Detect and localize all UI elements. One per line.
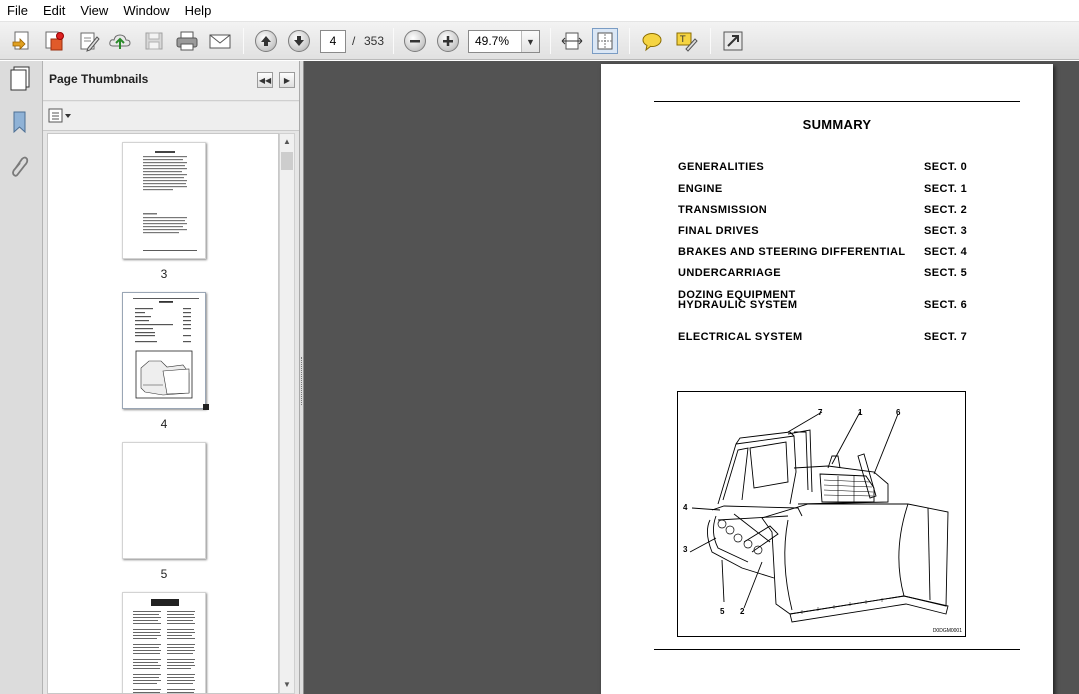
menu-file[interactable]: File xyxy=(0,0,36,22)
menu-view[interactable]: View xyxy=(73,0,116,22)
email-icon[interactable] xyxy=(207,28,233,54)
navigation-rail xyxy=(0,61,43,694)
thumbnail-label: 3 xyxy=(160,267,168,281)
toolbar-separator xyxy=(393,28,394,54)
total-pages: 353 xyxy=(364,34,385,48)
toc-section-number: SECT. 7 xyxy=(924,331,968,343)
previous-page-button[interactable] xyxy=(253,28,279,54)
callout-label: 7 xyxy=(818,408,823,417)
bottom-rule xyxy=(654,649,1020,650)
create-pdf-icon[interactable] xyxy=(9,28,35,54)
save-icon[interactable] xyxy=(141,28,167,54)
page-6-preview xyxy=(133,599,195,693)
page-title: SUMMARY xyxy=(802,117,872,132)
toc-section-name: UNDERCARRIAGE xyxy=(678,267,781,279)
toolbar-separator xyxy=(629,28,630,54)
chevron-down-icon[interactable]: ▼ xyxy=(521,31,539,52)
callout-label: 5 xyxy=(720,607,725,616)
thumbnail-options-bar xyxy=(43,102,299,131)
comment-icon[interactable] xyxy=(639,28,665,54)
document-page: SUMMARY GENERALITIES SECT. 0 ENGINE SECT… xyxy=(601,64,1053,694)
collapse-left-icon[interactable]: ◀◀ xyxy=(257,72,273,88)
toc-section-name: ENGINE xyxy=(678,183,723,195)
arrow-down-icon xyxy=(288,30,310,52)
thumbnail-label: 4 xyxy=(160,417,168,431)
callout-label: 6 xyxy=(896,408,901,417)
page-4-preview xyxy=(133,298,199,399)
fit-width-icon[interactable] xyxy=(559,28,585,54)
callout-label: 2 xyxy=(740,607,745,616)
combine-files-icon[interactable] xyxy=(41,28,67,54)
menu-help[interactable]: Help xyxy=(178,0,220,22)
thumbnails-panel: Page Thumbnails ◀◀ ▶ 3 4 5 ▲ ▼ xyxy=(43,61,300,694)
callout-label: 4 xyxy=(683,503,688,512)
document-viewport[interactable]: SUMMARY GENERALITIES SECT. 0 ENGINE SECT… xyxy=(304,61,1079,694)
highlight-icon[interactable]: T xyxy=(673,28,699,54)
print-icon[interactable] xyxy=(174,28,200,54)
attachments-icon[interactable] xyxy=(7,153,31,179)
scroll-down-icon[interactable]: ▼ xyxy=(280,677,294,693)
next-page-button[interactable] xyxy=(286,28,312,54)
page-number-input[interactable]: 4 xyxy=(320,30,346,53)
toc-section-number: SECT. 0 xyxy=(924,161,968,173)
bulldozer-drawing xyxy=(689,411,949,623)
bookmarks-icon[interactable] xyxy=(7,109,31,135)
scroll-up-icon[interactable]: ▲ xyxy=(280,134,294,150)
zoom-select[interactable]: 49.7% ▼ xyxy=(468,30,540,53)
scrollbar-thumb[interactable] xyxy=(281,152,293,170)
callout-label: 1 xyxy=(858,408,863,417)
panel-title: Page Thumbnails xyxy=(49,72,149,86)
arrow-up-icon xyxy=(255,30,277,52)
plus-icon xyxy=(437,30,459,52)
toolbar: 4 / 353 49.7% ▼ T xyxy=(0,22,1079,60)
toc-section-name: BRAKES AND STEERING DIFFERENTIAL xyxy=(678,246,906,258)
toc-row: DOZING EQUIPMENT HYDRAULIC SYSTEM SECT. … xyxy=(678,289,968,313)
toc-section-name: GENERALITIES xyxy=(678,161,765,173)
edit-document-icon[interactable] xyxy=(76,28,102,54)
bulldozer-figure: 7 1 6 4 3 5 2 D0DGM0001 xyxy=(677,391,966,637)
toc-section-number: SECT. 1 xyxy=(924,183,968,195)
menu-window[interactable]: Window xyxy=(116,0,177,22)
fit-page-icon[interactable] xyxy=(592,28,618,54)
page-separator: / xyxy=(352,34,356,48)
page-thumbnails-icon[interactable] xyxy=(8,65,32,91)
cloud-upload-icon[interactable] xyxy=(107,28,133,54)
toolbar-separator xyxy=(550,28,551,54)
zoom-in-button[interactable] xyxy=(435,28,461,54)
thumbnail-label: 5 xyxy=(160,567,168,581)
thumbnail-page-3[interactable] xyxy=(122,142,206,259)
toc-section-number: SECT. 4 xyxy=(924,246,968,258)
thumbnail-resize-handle[interactable] xyxy=(203,404,209,410)
toc-section-name: HYDRAULIC SYSTEM xyxy=(678,299,798,311)
toc-section-number: SECT. 2 xyxy=(924,204,968,216)
toc-section-name: FINAL DRIVES xyxy=(678,225,759,237)
expand-icon[interactable] xyxy=(720,28,746,54)
thumbnail-scrollbar[interactable]: ▲ ▼ xyxy=(279,133,295,694)
zoom-value: 49.7% xyxy=(475,34,510,48)
toolbar-separator xyxy=(243,28,244,54)
minus-icon xyxy=(404,30,426,52)
chevron-right-icon[interactable]: ▶ xyxy=(279,72,295,88)
toc-section-number: SECT. 5 xyxy=(924,267,968,279)
options-menu-icon[interactable] xyxy=(48,108,72,124)
top-rule xyxy=(654,101,1020,102)
page-3-preview xyxy=(143,151,197,251)
toc-section-number: SECT. 6 xyxy=(924,299,968,311)
svg-text:T: T xyxy=(679,35,686,45)
thumbnail-list[interactable]: 3 4 5 xyxy=(47,133,279,694)
zoom-out-button[interactable] xyxy=(402,28,428,54)
menu-edit[interactable]: Edit xyxy=(36,0,73,22)
toc-section-number: SECT. 3 xyxy=(924,225,968,237)
menu-bar: File Edit View Window Help xyxy=(0,0,1079,22)
panel-header: Page Thumbnails ◀◀ ▶ xyxy=(43,61,299,101)
toc-section-name: TRANSMISSION xyxy=(678,204,768,216)
toc-section-name: ELECTRICAL SYSTEM xyxy=(678,331,803,343)
splitter-grip-icon xyxy=(301,357,303,405)
thumbnail-page-6[interactable] xyxy=(122,592,206,693)
thumbnail-page-5[interactable] xyxy=(122,442,206,559)
callout-label: 3 xyxy=(683,545,688,554)
toolbar-separator xyxy=(710,28,711,54)
figure-code: D0DGM0001 xyxy=(932,628,962,634)
thumbnail-page-4[interactable] xyxy=(122,292,206,409)
